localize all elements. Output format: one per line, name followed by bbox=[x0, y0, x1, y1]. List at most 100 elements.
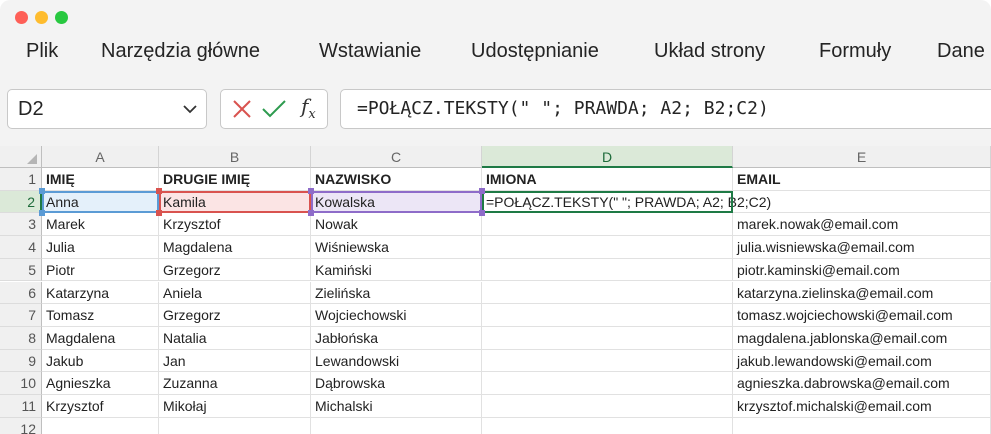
column-header-b[interactable]: B bbox=[159, 146, 311, 168]
column-header-d[interactable]: D bbox=[482, 146, 733, 168]
tab-uklad-strony[interactable]: Układ strony bbox=[654, 40, 765, 63]
row-header-5[interactable]: 5 bbox=[0, 258, 42, 282]
cell-b4[interactable]: Magdalena bbox=[159, 236, 311, 259]
maximize-window-button[interactable] bbox=[55, 11, 68, 24]
insert-function-icon[interactable]: fx bbox=[301, 94, 316, 122]
cell-d3[interactable] bbox=[482, 213, 733, 237]
cell-c11[interactable]: Michalski bbox=[311, 395, 482, 418]
cell-d5[interactable] bbox=[482, 258, 733, 282]
chevron-down-icon[interactable] bbox=[182, 102, 198, 116]
cell-c2[interactable]: Kowalska bbox=[311, 190, 482, 214]
cell-e5[interactable]: piotr.kaminski@email.com bbox=[733, 258, 991, 282]
range-handle-a-2[interactable] bbox=[39, 210, 45, 217]
cell-b8[interactable]: Natalia bbox=[159, 326, 311, 350]
tab-dane[interactable]: Dane bbox=[937, 40, 985, 63]
cell-d6[interactable] bbox=[482, 281, 733, 305]
formula-input[interactable]: =POŁĄCZ.TEKSTY(" "; PRAWDA; A2; B2;C2) bbox=[340, 89, 991, 129]
confirm-icon[interactable] bbox=[261, 98, 287, 120]
range-handle-a-0[interactable] bbox=[39, 187, 45, 194]
cell-e6[interactable]: katarzyna.zielinska@email.com bbox=[733, 281, 991, 305]
cell-d8[interactable] bbox=[482, 326, 733, 350]
row-header-10[interactable]: 10 bbox=[0, 372, 42, 395]
cell-d10[interactable] bbox=[482, 372, 733, 395]
cell-c3[interactable]: Nowak bbox=[311, 213, 482, 237]
cell-c6[interactable]: Zielińska bbox=[311, 281, 482, 305]
cell-d2[interactable]: =POŁĄCZ.TEKSTY(" "; PRAWDA; A2; B2;C2) bbox=[482, 190, 771, 214]
cell-b12[interactable] bbox=[159, 417, 311, 434]
cell-a4[interactable]: Julia bbox=[42, 236, 159, 259]
range-handle-c-0[interactable] bbox=[308, 187, 314, 194]
cancel-icon[interactable] bbox=[231, 98, 253, 120]
cell-b6[interactable]: Aniela bbox=[159, 281, 311, 305]
cell-e2[interactable] bbox=[733, 190, 991, 214]
row-header-12[interactable]: 12 bbox=[0, 417, 42, 434]
range-handle-c-3[interactable] bbox=[479, 210, 485, 217]
cell-a6[interactable]: Katarzyna bbox=[42, 281, 159, 305]
minimize-window-button[interactable] bbox=[35, 11, 48, 24]
cell-b2[interactable]: Kamila bbox=[159, 190, 311, 214]
row-header-4[interactable]: 4 bbox=[0, 236, 42, 259]
tab-formuly[interactable]: Formuły bbox=[819, 40, 891, 63]
column-header-a[interactable]: A bbox=[42, 146, 159, 168]
cell-d12[interactable] bbox=[482, 417, 733, 434]
select-all-corner[interactable] bbox=[0, 146, 42, 168]
cell-e12[interactable] bbox=[733, 417, 991, 434]
row-header-9[interactable]: 9 bbox=[0, 349, 42, 373]
cell-e7[interactable]: tomasz.wojciechowski@email.com bbox=[733, 304, 991, 327]
cell-a3[interactable]: Marek bbox=[42, 213, 159, 237]
cell-d9[interactable] bbox=[482, 349, 733, 373]
cell-c9[interactable]: Lewandowski bbox=[311, 349, 482, 373]
cell-e8[interactable]: magdalena.jablonska@email.com bbox=[733, 326, 991, 350]
cell-d1[interactable]: IMIONA bbox=[482, 168, 733, 191]
cell-a7[interactable]: Tomasz bbox=[42, 304, 159, 327]
range-handle-b-0[interactable] bbox=[156, 187, 162, 194]
range-handle-c-1[interactable] bbox=[479, 187, 485, 194]
cell-e10[interactable]: agnieszka.dabrowska@email.com bbox=[733, 372, 991, 395]
cell-a2[interactable]: Anna bbox=[42, 190, 159, 214]
cell-a5[interactable]: Piotr bbox=[42, 258, 159, 282]
cell-a9[interactable]: Jakub bbox=[42, 349, 159, 373]
cell-b11[interactable]: Mikołaj bbox=[159, 395, 311, 418]
cell-c5[interactable]: Kamiński bbox=[311, 258, 482, 282]
cell-c10[interactable]: Dąbrowska bbox=[311, 372, 482, 395]
cell-d4[interactable] bbox=[482, 236, 733, 259]
cell-a10[interactable]: Agnieszka bbox=[42, 372, 159, 395]
cell-a11[interactable]: Krzysztof bbox=[42, 395, 159, 418]
range-handle-b-2[interactable] bbox=[156, 210, 162, 217]
row-header-1[interactable]: 1 bbox=[0, 168, 42, 191]
cell-e11[interactable]: krzysztof.michalski@email.com bbox=[733, 395, 991, 418]
cell-b7[interactable]: Grzegorz bbox=[159, 304, 311, 327]
cell-c12[interactable] bbox=[311, 417, 482, 434]
cell-c1[interactable]: NAZWISKO bbox=[311, 168, 482, 191]
column-header-e[interactable]: E bbox=[733, 146, 991, 168]
name-box[interactable]: D2 bbox=[7, 89, 207, 129]
cell-c4[interactable]: Wiśniewska bbox=[311, 236, 482, 259]
cell-a12[interactable] bbox=[42, 417, 159, 434]
cell-d11[interactable] bbox=[482, 395, 733, 418]
tab-plik[interactable]: Plik bbox=[26, 40, 58, 63]
row-header-7[interactable]: 7 bbox=[0, 304, 42, 327]
cell-b1[interactable]: DRUGIE IMIĘ bbox=[159, 168, 311, 191]
row-header-2[interactable]: 2 bbox=[0, 190, 42, 214]
cell-b5[interactable]: Grzegorz bbox=[159, 258, 311, 282]
close-window-button[interactable] bbox=[15, 11, 28, 24]
cell-c8[interactable]: Jabłońska bbox=[311, 326, 482, 350]
row-header-3[interactable]: 3 bbox=[0, 213, 42, 237]
tab-narzedzia-glowne[interactable]: Narzędzia główne bbox=[101, 40, 260, 63]
column-header-c[interactable]: C bbox=[311, 146, 482, 168]
cell-b3[interactable]: Krzysztof bbox=[159, 213, 311, 237]
cell-e9[interactable]: jakub.lewandowski@email.com bbox=[733, 349, 991, 373]
row-header-6[interactable]: 6 bbox=[0, 281, 42, 305]
cell-e4[interactable]: julia.wisniewska@email.com bbox=[733, 236, 991, 259]
cell-b9[interactable]: Jan bbox=[159, 349, 311, 373]
row-header-11[interactable]: 11 bbox=[0, 395, 42, 418]
cell-c7[interactable]: Wojciechowski bbox=[311, 304, 482, 327]
cell-e3[interactable]: marek.nowak@email.com bbox=[733, 213, 991, 237]
tab-wstawianie[interactable]: Wstawianie bbox=[319, 40, 421, 63]
cell-a1[interactable]: IMIĘ bbox=[42, 168, 159, 191]
cell-a8[interactable]: Magdalena bbox=[42, 326, 159, 350]
cell-d7[interactable] bbox=[482, 304, 733, 327]
tab-udostepnianie[interactable]: Udostępnianie bbox=[471, 40, 599, 63]
cell-b10[interactable]: Zuzanna bbox=[159, 372, 311, 395]
cell-e1[interactable]: EMAIL bbox=[733, 168, 991, 191]
